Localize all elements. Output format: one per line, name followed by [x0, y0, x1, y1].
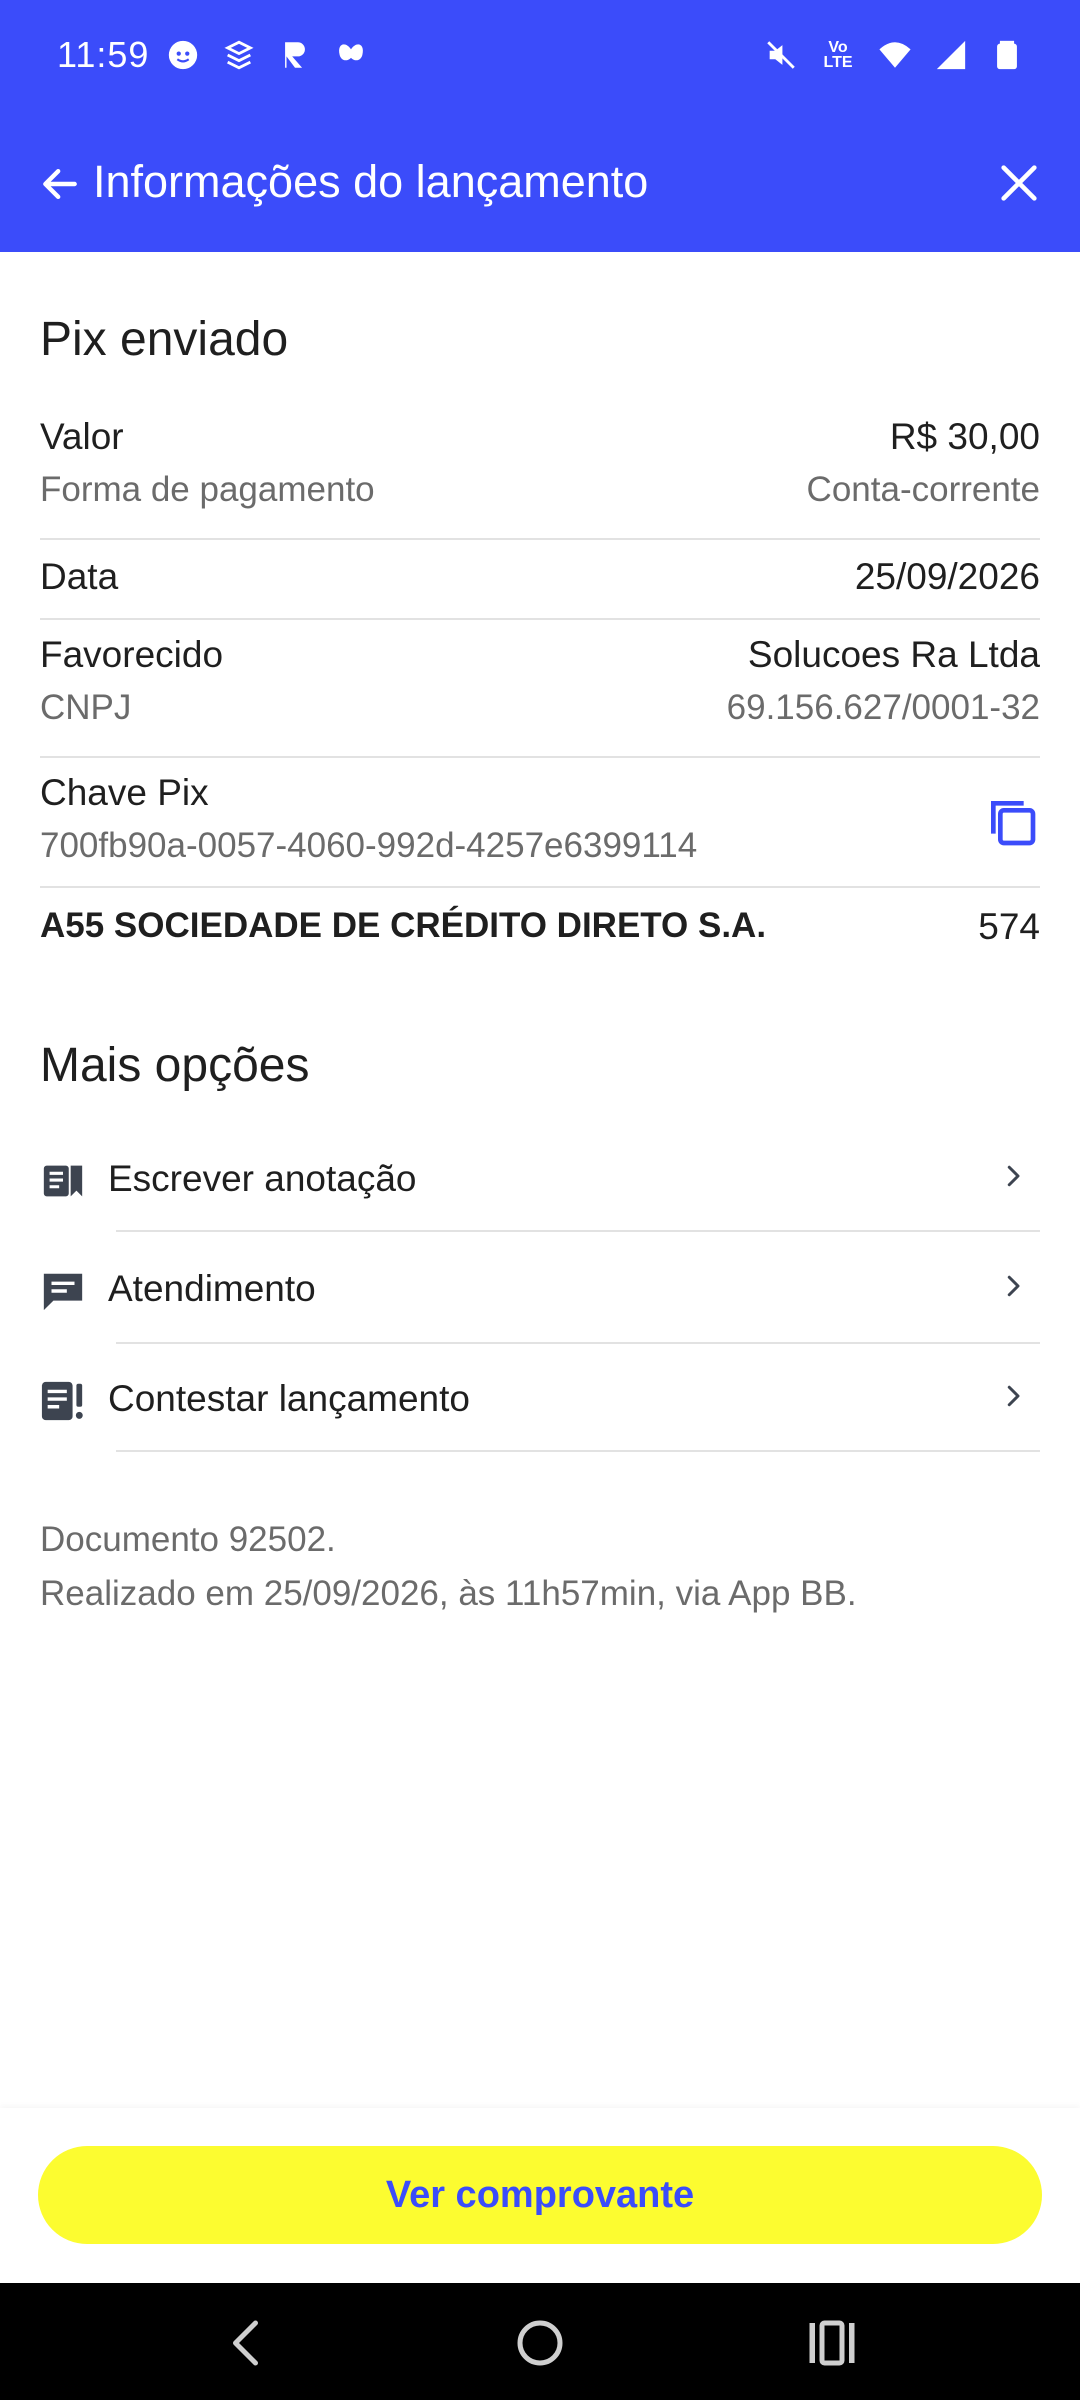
divider: [40, 618, 1040, 620]
content-sheet: Pix enviado Valor R$ 30,00 Forma de paga…: [0, 252, 1080, 2112]
volte-icon: Vo LTE: [823, 39, 853, 71]
divider: [116, 1450, 1040, 1452]
data-label: Data: [40, 556, 119, 597]
transaction-title: Pix enviado: [40, 313, 289, 366]
layers-icon: [224, 40, 254, 70]
r-logo-icon: [285, 42, 305, 68]
divider: [40, 886, 1040, 888]
butterfly-icon: [339, 44, 363, 61]
close-icon[interactable]: [996, 160, 1042, 206]
bank-name: A55 SOCIEDADE DE CRÉDITO DIRETO S.A.: [40, 906, 767, 945]
valor-value: R$ 30,00: [889, 416, 1040, 457]
divider: [40, 538, 1040, 540]
battery-icon: [997, 40, 1017, 70]
status-bar: 11:59 Vo LTE: [0, 0, 1080, 118]
status-right-icons: Vo LTE: [764, 38, 1024, 72]
more-options-title: Mais opções: [40, 1039, 310, 1092]
favorecido-label: Favorecido: [40, 634, 224, 675]
nav-back-icon[interactable]: [218, 2313, 278, 2373]
copy-icon[interactable]: [984, 794, 1040, 850]
option-label: Contestar lançamento: [108, 1378, 470, 1419]
valor-label: Valor: [40, 416, 124, 457]
forma-pagamento-value: Conta-corrente: [806, 470, 1040, 509]
chat-icon: [43, 1273, 83, 1311]
nav-recents-icon[interactable]: [802, 2313, 862, 2373]
nav-home-icon[interactable]: [510, 2313, 570, 2373]
app-bar: Informações do lançamento: [0, 118, 1080, 252]
chave-pix-label: Chave Pix: [40, 772, 209, 813]
option-label: Escrever anotação: [108, 1158, 417, 1199]
bottom-action-bar: Ver comprovante: [0, 2108, 1080, 2283]
chevron-right-icon: [1007, 1275, 1020, 1297]
status-left-icons: [166, 38, 368, 72]
ver-comprovante-button[interactable]: Ver comprovante: [38, 2146, 1042, 2244]
contest-icon: [41, 1381, 83, 1421]
cnpj-label: CNPJ: [40, 688, 132, 727]
chevron-right-icon: [1007, 1385, 1020, 1407]
wifi-icon: [879, 42, 911, 68]
divider: [116, 1230, 1040, 1232]
favorecido-value: Solucoes Ra Ltda: [747, 634, 1040, 675]
data-value: 25/09/2026: [854, 556, 1040, 597]
system-nav-bar: [0, 2283, 1080, 2400]
signal-icon: [936, 40, 966, 70]
document-number: Documento 92502.: [40, 1520, 336, 1559]
page-title: Informações do lançamento: [93, 156, 649, 207]
chave-pix-value: 700fb90a-0057-4060-992d-4257e6399114: [40, 826, 698, 865]
mute-icon: [767, 41, 795, 69]
option-label: Atendimento: [108, 1268, 316, 1309]
status-time: 11:59: [57, 34, 150, 75]
cnpj-value: 69.156.627/0001-32: [726, 688, 1040, 727]
forma-pagamento-label: Forma de pagamento: [40, 470, 375, 509]
divider: [40, 756, 1040, 758]
chevron-right-icon: [1007, 1165, 1020, 1187]
bank-code: 574: [978, 906, 1040, 947]
note-icon: [43, 1165, 83, 1197]
back-arrow-icon[interactable]: [38, 162, 82, 206]
transaction-timestamp: Realizado em 25/09/2026, às 11h57min, vi…: [40, 1574, 857, 1613]
divider: [116, 1342, 1040, 1344]
face-icon: [168, 40, 198, 70]
